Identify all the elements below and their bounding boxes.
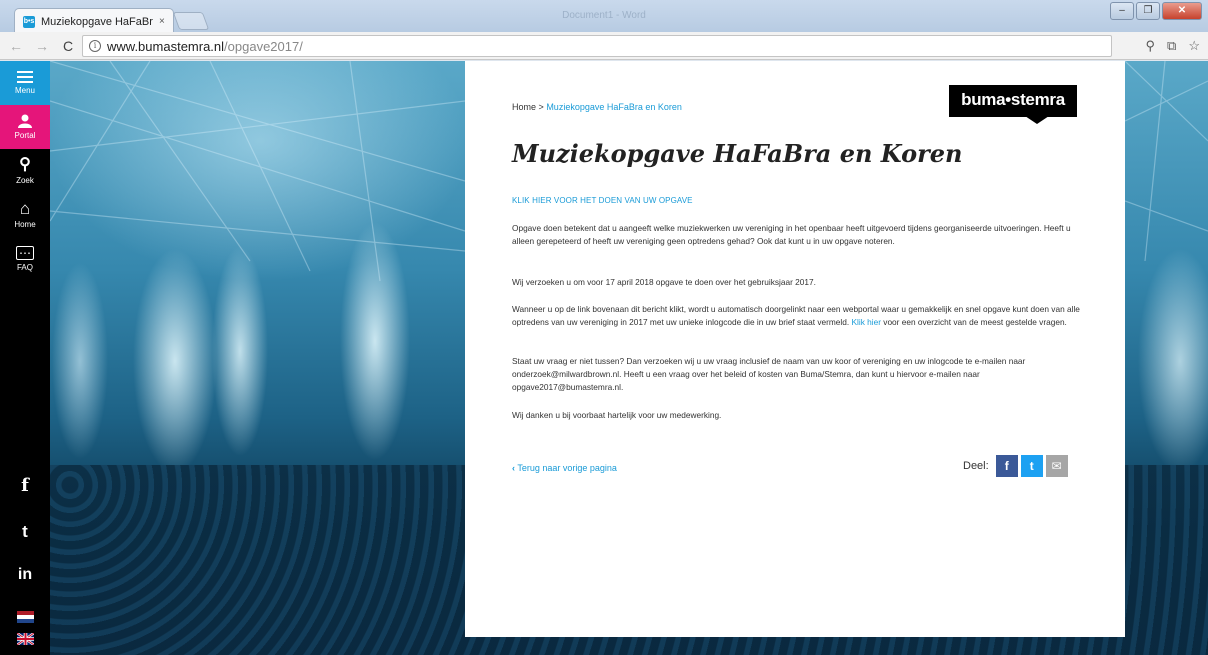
share-bar: Deel: f t ✉ xyxy=(963,455,1068,477)
twitter-icon[interactable]: t xyxy=(0,522,50,542)
web-page: Menu Portal ⚲ Zoek ⌂ Home ⋯ FAQ f t in b… xyxy=(0,61,1208,655)
maximize-button[interactable]: ❐ xyxy=(1136,2,1160,20)
zoom-icon[interactable]: ⚲ xyxy=(1146,38,1156,54)
site-sidebar: Menu Portal ⚲ Zoek ⌂ Home ⋯ FAQ f t in xyxy=(0,61,50,655)
breadcrumb-current[interactable]: Muziekopgave HaFaBra en Koren xyxy=(546,102,682,112)
search-icon: ⚲ xyxy=(19,156,31,173)
bookmark-star-icon[interactable]: ☆ xyxy=(1188,38,1200,54)
sidebar-item-label: Home xyxy=(14,220,36,229)
url-host: www.bumastemra.nl xyxy=(107,38,225,54)
address-bar[interactable]: i www.bumastemra.nl /opgave2017/ xyxy=(82,35,1112,57)
share-mail-button[interactable]: ✉ xyxy=(1045,455,1068,477)
sidebar-item-label: Menu xyxy=(14,86,35,95)
paragraph-contact: Staat uw vraag er niet tussen? Dan verzo… xyxy=(512,356,1026,393)
breadcrumb-separator: > xyxy=(538,102,544,112)
uk-flag-icon[interactable] xyxy=(17,633,34,645)
browser-titlebar: b•s Muziekopgave HaFaBra e × Document1 -… xyxy=(0,0,1208,34)
sidebar-item-label: FAQ xyxy=(16,263,33,272)
forward-arrow-icon[interactable]: → xyxy=(32,38,52,54)
user-icon xyxy=(18,114,32,128)
sidebar-item-home[interactable]: ⌂ Home xyxy=(0,193,50,237)
sidebar-item-portal[interactable]: Portal xyxy=(0,105,50,149)
sidebar-item-search[interactable]: ⚲ Zoek xyxy=(0,149,50,193)
logo-speech-tail xyxy=(1025,116,1049,124)
paragraph-deadline: Wij verzoeken u om voor 17 april 2018 op… xyxy=(512,277,816,287)
paragraph-portal: Wanneer u op de link bovenaan dit berich… xyxy=(512,303,1080,329)
faq-chat-icon: ⋯ xyxy=(16,246,34,260)
share-twitter-button[interactable]: t xyxy=(1020,455,1043,477)
content-panel: buma•stemra Home > Muziekopgave HaFaBra … xyxy=(465,61,1125,637)
translate-icon[interactable]: ⧉ xyxy=(1167,38,1176,54)
home-icon: ⌂ xyxy=(19,199,31,218)
minimize-button[interactable]: – xyxy=(1110,2,1134,20)
back-link[interactable]: ‹ Terug naar vorige pagina xyxy=(512,463,617,473)
site-info-icon[interactable]: i xyxy=(89,40,101,52)
back-arrow-icon[interactable]: ← xyxy=(6,38,26,54)
dutch-flag-icon[interactable] xyxy=(17,611,34,623)
sidebar-item-menu[interactable]: Menu xyxy=(0,61,50,105)
submission-cta-link[interactable]: KLIK HIER VOOR HET DOEN VAN UW OPGAVE xyxy=(512,196,693,205)
close-window-button[interactable]: ✕ xyxy=(1162,2,1202,20)
paragraph-portal-text-end: voor een overzicht van de meest gestelde… xyxy=(883,317,1067,328)
facebook-icon[interactable]: f xyxy=(0,475,50,496)
chevron-left-icon: ‹ xyxy=(512,463,515,473)
back-link-label: Terug naar vorige pagina xyxy=(517,463,617,473)
page-title: Muziekopgave HaFaBra en Koren xyxy=(512,139,963,168)
breadcrumb-home-link[interactable]: Home xyxy=(512,102,536,112)
sidebar-item-label: Portal xyxy=(14,131,36,140)
url-path: /opgave2017/ xyxy=(224,38,303,54)
hamburger-icon xyxy=(17,71,33,83)
breadcrumb: Home > Muziekopgave HaFaBra en Koren xyxy=(512,102,682,112)
window-controls: – ❐ ✕ xyxy=(1110,2,1202,20)
share-facebook-button[interactable]: f xyxy=(995,455,1018,477)
window-title: Document1 - Word xyxy=(562,10,646,21)
toolbar-icons: ⚲ ⧉ ☆ xyxy=(1146,38,1200,54)
paragraph-intro: Opgave doen betekent dat u aangeeft welk… xyxy=(512,223,1071,247)
sidebar-item-label: Zoek xyxy=(16,176,34,185)
buma-stemra-logo[interactable]: buma•stemra xyxy=(949,85,1077,117)
linkedin-icon[interactable]: in xyxy=(0,566,50,584)
faq-link[interactable]: Klik hier xyxy=(851,317,881,327)
reload-icon[interactable]: C xyxy=(58,38,78,54)
browser-toolbar: ← → C i www.bumastemra.nl /opgave2017/ ⚲… xyxy=(0,32,1208,60)
paragraph-thanks: Wij danken u bij voorbaat hartelijk voor… xyxy=(512,410,722,420)
sidebar-item-faq[interactable]: ⋯ FAQ xyxy=(0,237,50,281)
share-label: Deel: xyxy=(963,460,989,472)
